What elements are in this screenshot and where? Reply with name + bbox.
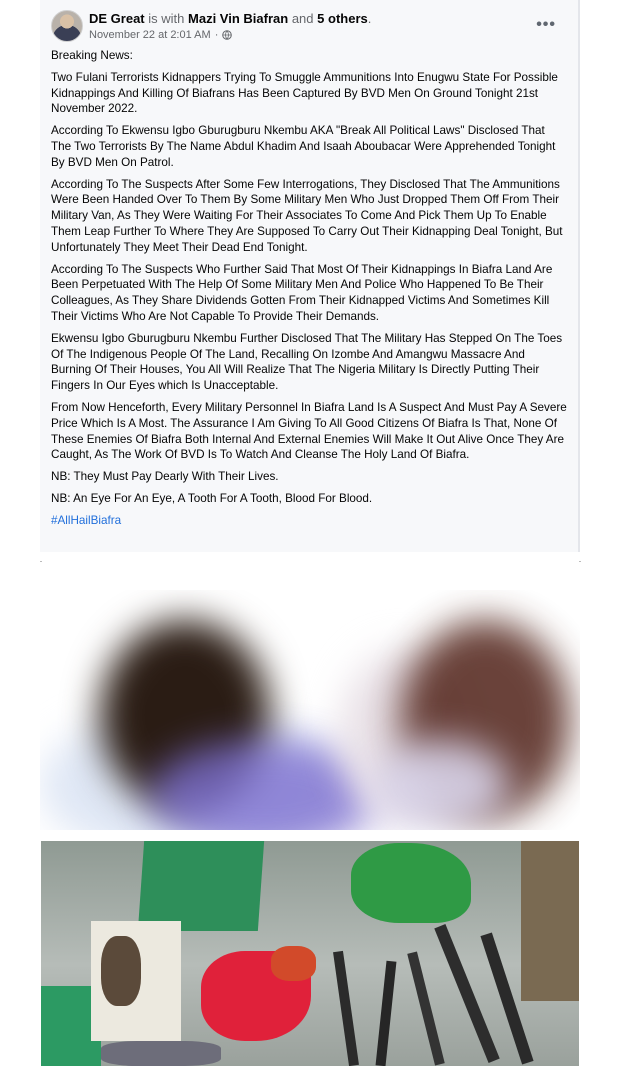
with-text: is with [148, 11, 185, 26]
post-card: DE Great is with Mazi Vin Biafran and 5 … [40, 0, 580, 552]
title-period: . [367, 11, 372, 26]
post-title-line: DE Great is with Mazi Vin Biafran and 5 … [89, 11, 371, 26]
post-paragraph: From Now Henceforth, Every Military Pers… [51, 400, 567, 462]
author-avatar[interactable] [51, 10, 83, 42]
post-paragraph: Two Fulani Terrorists Kidnappers Trying … [51, 70, 558, 116]
more-options-button[interactable]: ••• [536, 16, 556, 34]
author-name[interactable]: DE Great [89, 11, 145, 26]
tagged-user[interactable]: Mazi Vin Biafran [188, 11, 288, 26]
post-paragraph: According To The Suspects Who Further Sa… [51, 262, 553, 323]
divider-mark-left [40, 561, 42, 562]
and-text: and [291, 11, 314, 26]
post-paragraph: Ekwensu Igbo Gburugburu Nkembu Further D… [51, 331, 563, 393]
divider-mark-right [579, 561, 581, 562]
post-body: Breaking News: Two Fulani Terrorists Kid… [51, 48, 567, 535]
post-timestamp[interactable]: November 22 at 2:01 AM [89, 29, 211, 41]
hashtag-link[interactable]: #AllHailBiafra [51, 514, 121, 527]
post-photo-blurred[interactable] [40, 590, 580, 830]
post-paragraph: NB: An Eye For An Eye, A Tooth For A Too… [51, 491, 373, 505]
post-paragraph: According To The Suspects After Some Few… [51, 177, 563, 254]
post-paragraph: Breaking News: [51, 49, 133, 62]
post-meta: November 22 at 2:01 AM · [89, 29, 233, 41]
meta-separator: · [214, 29, 219, 41]
post-photo-items[interactable] [41, 841, 579, 1066]
post-header: DE Great is with Mazi Vin Biafran and 5 … [51, 8, 568, 42]
others-link[interactable]: 5 others [317, 11, 368, 26]
post-paragraph: NB: They Must Pay Dearly With Their Live… [51, 470, 279, 484]
globe-icon [222, 30, 233, 40]
post-paragraph: According To Ekwensu Igbo Gburugburu Nke… [51, 124, 556, 169]
